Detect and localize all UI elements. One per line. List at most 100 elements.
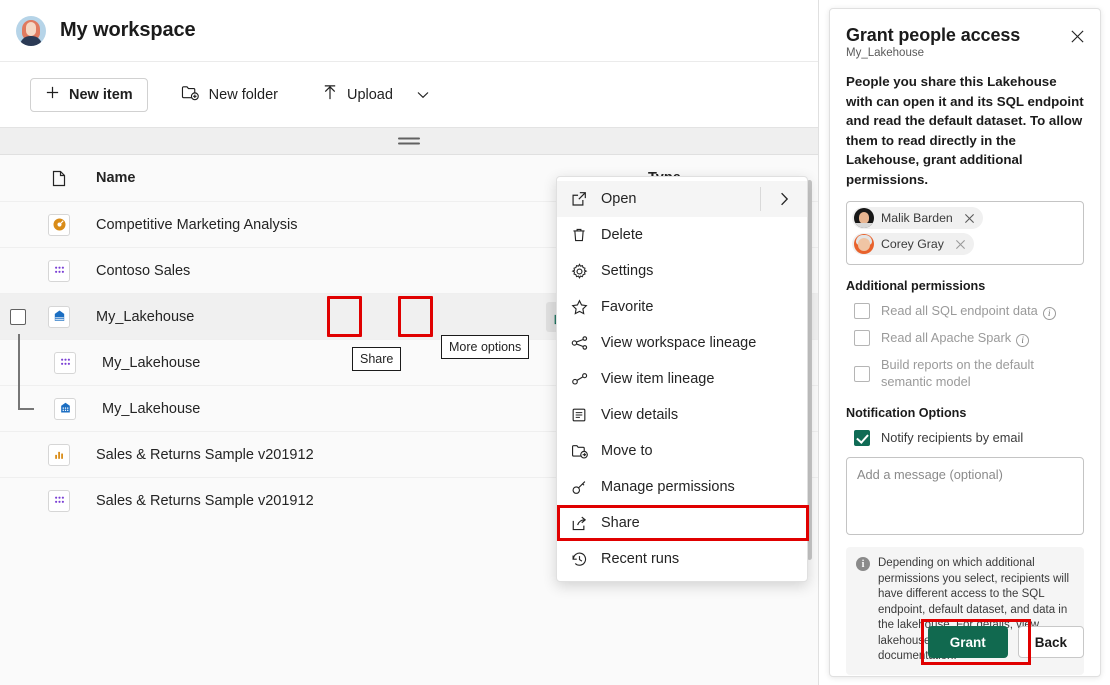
semantic-model-icon [42,352,88,374]
grant-access-panel: Grant people access My_Lakehouse People … [818,0,1110,685]
menu-item-label: Share [601,515,640,531]
info-icon[interactable]: i [1043,307,1056,320]
panel-resize-band[interactable] [0,128,818,155]
new-item-label: New item [69,87,133,103]
menu-item-view-item-lineage[interactable]: View item lineage [557,361,807,397]
menu-item-open[interactable]: Open [557,181,807,217]
grant-button[interactable]: Grant [928,626,1008,658]
notification-options-header: Notification Options [846,406,1084,420]
upload-icon [322,84,338,105]
panel-description: People you share this Lakehouse with can… [846,72,1084,189]
new-item-button[interactable]: New item [30,78,148,112]
item-context-menu: Open Delete Settings [556,176,808,582]
menu-item-view-details[interactable]: View details [557,397,807,433]
key-icon [571,479,601,496]
gear-icon [571,263,601,280]
lakehouse-icon [36,306,82,328]
message-textarea[interactable]: Add a message (optional) [846,457,1084,535]
trash-icon [571,227,601,243]
command-toolbar: New item New folder Upload [0,62,818,128]
close-icon[interactable] [1066,25,1088,47]
checkbox-build-reports[interactable]: Build reports on the default semantic mo… [846,356,1084,390]
menu-item-label: Delete [601,227,643,243]
details-icon [571,407,601,423]
upload-chevron-down-icon[interactable] [412,80,434,110]
checkbox-box[interactable] [854,303,870,319]
back-button[interactable]: Back [1018,626,1084,658]
menu-item-share[interactable]: Share [557,505,807,541]
new-folder-icon [181,84,200,105]
report-icon [36,444,82,466]
remove-person-icon[interactable] [961,213,979,224]
workspace-lineage-icon [571,335,601,351]
menu-item-recent-runs[interactable]: Recent runs [557,541,807,577]
workspace-page: My workspace New item New folder [0,0,1110,685]
malik-avatar-icon [854,208,874,228]
item-lineage-icon [571,371,601,387]
menu-item-favorite[interactable]: Favorite [557,289,807,325]
share-icon [571,515,601,532]
tooltip-more-options: More options [441,335,529,359]
menu-item-label: Move to [601,443,653,459]
person-name: Malik Barden [881,211,953,225]
menu-item-move-to[interactable]: Move to [557,433,807,469]
panel-subtitle: My_Lakehouse [846,47,1084,59]
info-icon: i [856,557,870,571]
star-icon [571,299,601,316]
dashboard-icon [36,214,82,236]
person-chip[interactable]: Malik Barden [852,207,983,229]
info-icon[interactable]: i [1016,334,1029,347]
checkbox-box[interactable] [854,330,870,346]
plus-icon [45,85,60,104]
new-folder-label: New folder [209,87,278,103]
panel-title: Grant people access [846,25,1084,46]
checkbox-label: Read all Apache Spark [881,330,1011,345]
additional-permissions-header: Additional permissions [846,279,1084,293]
menu-item-settings[interactable]: Settings [557,253,807,289]
menu-item-label: View workspace lineage [601,335,756,351]
chevron-right-icon[interactable] [761,181,807,217]
new-folder-button[interactable]: New folder [168,78,291,112]
menu-item-manage-permissions[interactable]: Manage permissions [557,469,807,505]
tree-connector [0,386,42,432]
menu-item-view-workspace-lineage[interactable]: View workspace lineage [557,325,807,361]
menu-item-label: View details [601,407,678,423]
checkbox-read-apache-spark[interactable]: Read all Apache Spark i [846,329,1084,347]
tooltip-share: Share [352,347,401,371]
checkbox-read-sql-endpoint[interactable]: Read all SQL endpoint data i [846,302,1084,320]
drag-handle-icon[interactable] [398,138,420,145]
upload-label: Upload [347,87,393,103]
row-checkbox[interactable] [0,309,36,325]
checkbox-box[interactable] [854,430,870,446]
menu-item-label: Favorite [601,299,653,315]
person-chip[interactable]: Corey Gray [852,233,974,255]
menu-item-delete[interactable]: Delete [557,217,807,253]
column-header-icon[interactable] [36,170,82,187]
semantic-model-icon [36,490,82,512]
history-icon [571,551,601,568]
semantic-model-icon [36,260,82,282]
upload-button[interactable]: Upload [309,78,406,112]
menu-item-label: Settings [601,263,653,279]
tree-connector [0,340,42,386]
menu-item-label: Recent runs [601,551,679,567]
menu-item-label: View item lineage [601,371,714,387]
checkbox-notify-recipients[interactable]: Notify recipients by email [846,429,1084,446]
checkbox-label: Build reports on the default semantic mo… [881,356,1084,390]
corey-avatar-icon [854,234,874,254]
remove-person-icon[interactable] [952,239,970,250]
checkbox-box[interactable] [854,366,870,382]
menu-item-label: Manage permissions [601,479,735,495]
person-name: Corey Gray [881,237,944,251]
open-external-icon [571,191,601,207]
checkbox-label: Notify recipients by email [881,429,1023,446]
panel-footer: Grant Back [928,626,1084,658]
menu-item-label: Open [601,191,636,207]
workspace-header: My workspace [0,0,818,62]
people-picker[interactable]: Malik Barden Corey Gray [846,201,1084,265]
sql-endpoint-icon [42,398,88,420]
page-title: My workspace [60,19,196,42]
checkbox-label: Read all SQL endpoint data [881,303,1038,318]
move-folder-icon [571,443,601,459]
workspace-avatar-icon [16,16,46,46]
